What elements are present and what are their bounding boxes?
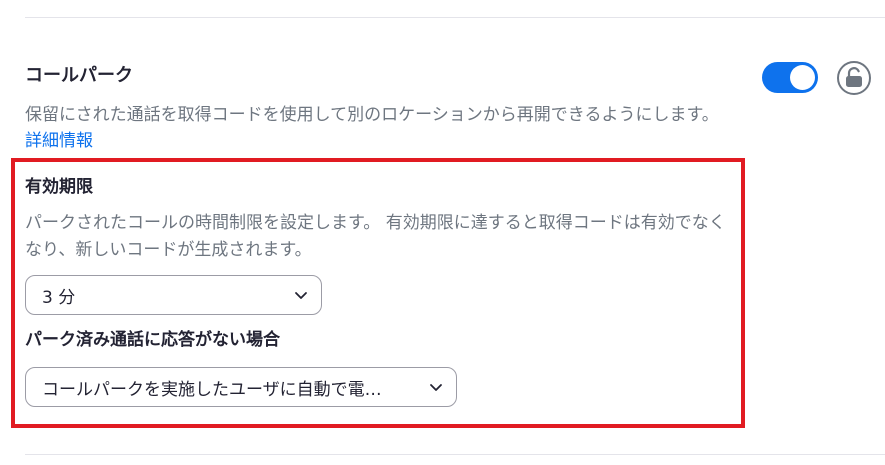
unanswered-select[interactable]: コールパークを実施したユーザに自動で電… xyxy=(25,367,457,407)
chevron-down-icon xyxy=(295,292,307,299)
setting-description: 保留にされた通話を取得コードを使用して別のロケーションから再開できるようにします… xyxy=(25,102,740,154)
expiration-select[interactable]: 3 分 xyxy=(25,275,322,315)
chevron-down-icon xyxy=(430,384,442,391)
toggle-knob xyxy=(790,65,815,90)
expiration-description: パークされたコールの時間制限を設定します。 有効期限に達すると取得コードは有効で… xyxy=(25,213,726,260)
call-park-settings: コールパーク 保留にされた通話を取得コードを使用して別のロケーションから再開でき… xyxy=(0,0,885,465)
setting-title: コールパーク xyxy=(25,65,133,86)
divider xyxy=(25,454,885,455)
unanswered-select-value: コールパークを実施したユーザに自動で電… xyxy=(42,379,382,400)
expiration-label: 有効期限 xyxy=(25,177,93,197)
call-park-toggle[interactable] xyxy=(762,62,818,93)
unlock-icon-graphic xyxy=(846,67,862,87)
description-text: 保留にされた通話を取得コードを使用して別のロケーションから再開できるようにします… xyxy=(25,105,719,125)
divider xyxy=(25,17,885,18)
expiration-select-value: 3 分 xyxy=(42,287,76,308)
unanswered-label: パーク済み通話に応答がない場合 xyxy=(25,330,280,350)
unlock-icon[interactable] xyxy=(837,61,871,95)
more-info-link[interactable]: 詳細情報 xyxy=(25,131,93,151)
